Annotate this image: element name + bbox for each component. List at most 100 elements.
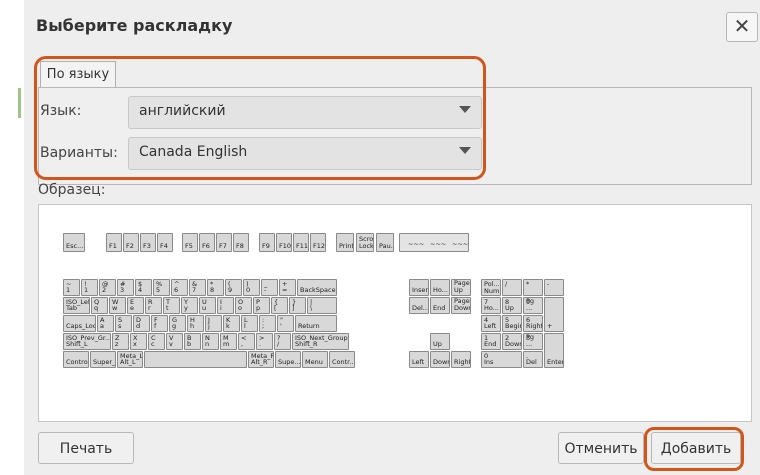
key-label: Enter [547,358,564,366]
keyboard-key: Enter [544,333,564,368]
key-label: F2 [126,242,134,250]
keyboard-key: Del... [409,297,429,314]
keyboard-key: @2 [99,279,116,296]
keyboard-key: 0 Ins [481,351,522,368]
key-bottom-label: Alt_R [251,358,268,366]
keyboard-key: F7 [216,233,232,252]
close-icon: ✕ [733,14,751,38]
keyboard-key: $4 [135,279,152,296]
keyboard-key: Vv [166,333,183,350]
keyboard-key: Control_L [63,351,89,368]
key-bottom-label: Super_L [93,358,116,366]
key-bottom-label: Begin [505,322,522,330]
key-label: F6 [202,242,210,250]
keyboard-key: Nn [202,333,219,350]
keyboard-key: / [502,279,522,296]
key-label: F4 [160,242,168,250]
key-bottom-label: - [264,286,267,294]
keyboard-key: % 5 [153,279,170,296]
key-bottom-label: Contr... [332,358,355,366]
keyboard-key: 9 Pg ... [523,297,543,314]
keyboard-key: Ww [109,297,126,314]
key-bottom-label: w [112,304,118,312]
keyboard-key: Pp [253,297,270,314]
keyboard-key: Zz [112,333,129,350]
keyboard-key: * 8 [207,279,224,296]
keyboard-key: Ee [127,297,144,314]
key-label: F5 [185,242,193,250]
keyboard-key: Ss [115,315,132,332]
key-bottom-label: p [256,304,261,312]
keyboard-key: + [544,297,564,332]
keyboard-key: Yy [181,297,198,314]
key-bottom-label: g [172,322,177,330]
key-bottom-label: ] [292,304,295,312]
key-bottom-label: 6 [174,286,179,294]
key-bottom-label: v [169,340,173,348]
keyboard-key: Scroll Lock [356,233,374,252]
keyboard-key: 4 Left [481,315,501,332]
sample-label: Образец: [38,182,106,198]
keyboard-key [144,351,247,368]
key-bottom-label: t [166,304,169,312]
key-label: Print [339,242,354,250]
key-bottom-label: ; [262,322,265,330]
keyboard-key: {[ [271,297,288,314]
keyboard-key: #3 [117,279,134,296]
keyboard-key: Ii [217,297,234,314]
keyboard-key: Down [430,351,450,368]
keyboard-key: 2 Down [502,333,522,350]
keyboard-key: Pol... Num Lock [481,279,501,296]
cancel-button[interactable]: Отменить [558,432,644,464]
key-bottom-label: z [115,340,119,348]
key-bottom-label: \ [310,304,313,312]
key-top-label: / [505,280,508,288]
key-bottom-label: Shift_L [66,340,88,348]
keyboard-key: Left [409,351,429,368]
keyboard-key: F8 [233,233,249,252]
keyboard-key: F9 [259,233,275,252]
key-bottom-label: Tab [66,304,78,312]
key-label: Right [454,358,471,366]
keyboard-key: Super_L [90,351,116,368]
keyboard-key: ^ 6 [171,279,188,296]
keyboard-key: End [430,297,450,314]
keyboard-key: F3 [140,233,156,252]
key-label: F3 [143,242,151,250]
key-bottom-label: Right [526,322,543,330]
keyboard-preview: Esc... F1 F2 F3 F4 F5 F6 F7 F8 F9 F10 F11 F12 Print Sc… [38,204,752,422]
key-bottom-label: = [282,286,288,294]
print-button[interactable]: Печать [38,432,134,464]
keyboard-key: Up [430,333,450,350]
key-top-label: Pol... Num Lock [484,280,500,296]
key-bottom-label: j [208,322,210,330]
keyboard-key: F4 [157,233,173,252]
key-bottom-label: 3 [120,286,125,294]
key-label: + [547,322,553,330]
keyboard-key: ISO_Lef...Tab [63,297,90,314]
close-button[interactable]: ✕ [726,12,758,42]
key-label: End [433,304,446,312]
keyboard-key: Mm [220,333,237,350]
keyboard-key: Supe... [275,351,301,368]
key-bottom-label: b [187,340,192,348]
key-label: F7 [219,242,227,250]
keyboard-key: F2 [123,233,139,252]
keyboard-key: Menu [302,351,328,368]
key-label: Pau... [379,242,393,250]
keyboard-key: Caps_Lock [63,315,96,332]
key-label: Ho... [433,286,448,294]
key-label: Insert [412,286,429,294]
key-bottom-label: q [94,304,99,312]
key-label: Esc... [66,242,84,250]
keyboard-key: BackSpace [297,279,337,296]
highlight-annotation [34,56,486,180]
keyboard-key: Esc... [63,233,85,252]
key-top-label: | [310,298,313,306]
keyboard-key: + = [279,279,296,296]
key-bottom-label: BackSpace [300,286,336,294]
keyboard-key: Meta_R Alt_R [248,351,274,368]
keyboard-key: :; [259,315,276,332]
keyboard-key: Dd [133,315,150,332]
key-top-label: * [526,280,530,288]
